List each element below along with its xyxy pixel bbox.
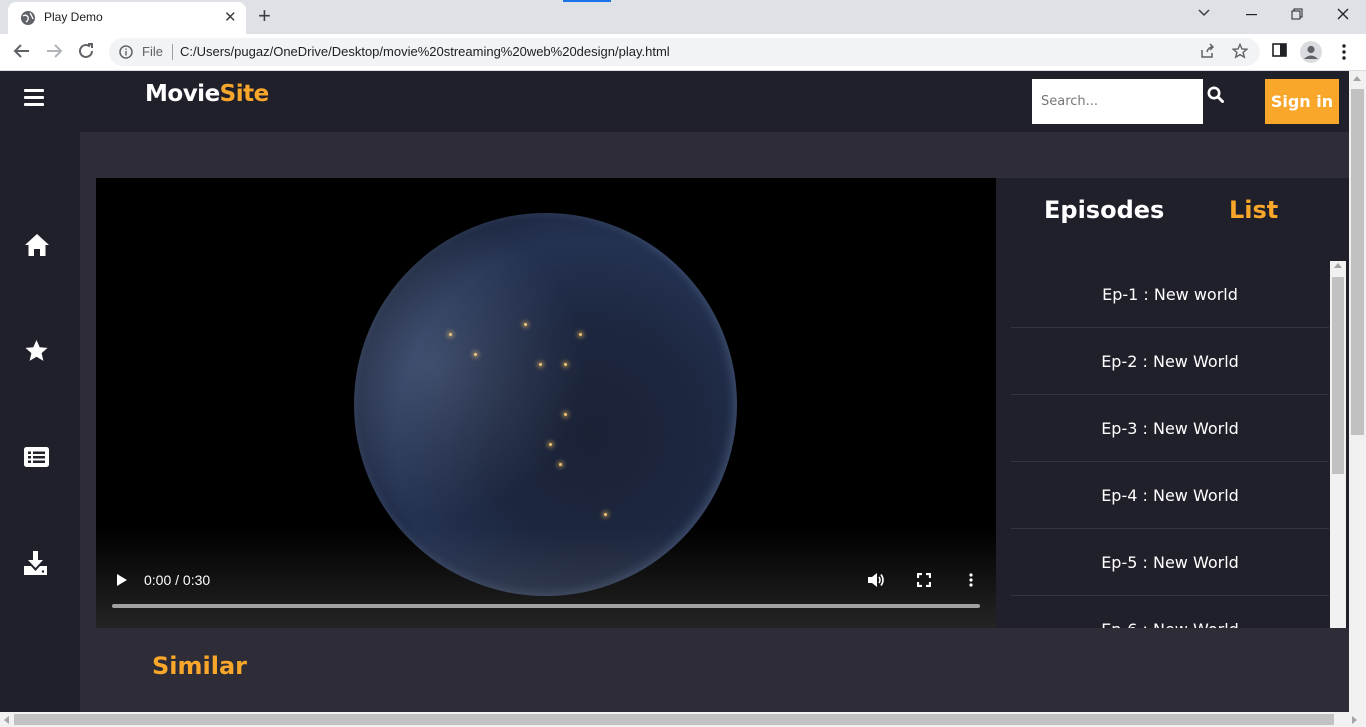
forward-icon[interactable] [45, 42, 63, 60]
logo-main: Movie [145, 81, 220, 107]
similar-heading: Similar [152, 652, 248, 680]
page-vertical-scrollbar[interactable] [1349, 71, 1366, 712]
hamburger-menu-icon[interactable] [24, 89, 44, 107]
scrollbar-thumb[interactable] [1332, 277, 1344, 474]
share-icon[interactable] [1199, 43, 1215, 59]
city-light [524, 323, 527, 326]
video-time: 0:00 / 0:30 [144, 572, 211, 588]
url-text[interactable]: C:/Users/pugaz/OneDrive/Desktop/movie%20… [180, 44, 670, 59]
scroll-left-arrow-icon[interactable] [4, 716, 9, 724]
download-icon[interactable] [24, 551, 47, 575]
globe-icon [21, 11, 35, 25]
episode-item[interactable]: Ep-1 : New world [1011, 261, 1329, 328]
file-label: File [142, 44, 163, 59]
new-tab-button[interactable]: + [258, 4, 271, 28]
browser-toolbar: File C:/Users/pugaz/OneDrive/Desktop/mov… [0, 34, 1366, 71]
volume-icon[interactable] [867, 572, 885, 588]
tab-title: Play Demo [44, 10, 103, 24]
sidebar [0, 71, 80, 712]
city-light [564, 413, 567, 416]
city-light [559, 463, 562, 466]
menu-icon[interactable] [1342, 44, 1346, 60]
scrollbar-thumb[interactable] [1351, 89, 1364, 435]
episodes-panel: Episodes List Ep-1 : New world Ep-2 : Ne… [996, 178, 1349, 628]
address-bar[interactable]: File C:/Users/pugaz/OneDrive/Desktop/mov… [109, 38, 1260, 66]
address-separator [172, 44, 173, 60]
city-light [449, 333, 452, 336]
city-light [579, 333, 582, 336]
video-controls-bar [96, 528, 996, 628]
scroll-up-arrow-icon[interactable] [1334, 263, 1342, 268]
logo-accent: Site [219, 81, 270, 107]
tab-strip-indicator [563, 0, 611, 2]
play-icon[interactable] [116, 573, 128, 587]
episode-list-scrollbar[interactable] [1330, 261, 1346, 628]
more-options-icon[interactable] [969, 573, 973, 587]
site-logo[interactable]: MovieSite [145, 81, 269, 107]
city-light [539, 363, 542, 366]
video-player[interactable]: 0:00 / 0:30 [96, 178, 996, 628]
scroll-up-arrow-icon[interactable] [1353, 76, 1361, 81]
video-progress-bar[interactable] [112, 604, 980, 608]
favorites-star-icon[interactable] [24, 339, 49, 363]
episode-item[interactable]: Ep-5 : New World [1011, 529, 1329, 596]
sidepanel-icon[interactable] [1272, 43, 1287, 57]
minimize-icon[interactable] [1246, 14, 1257, 16]
episodes-title: Episodes [1044, 196, 1165, 224]
episode-item[interactable]: Ep-6 : New World [1011, 596, 1329, 629]
city-light [604, 513, 607, 516]
episode-item[interactable]: Ep-3 : New World [1011, 395, 1329, 462]
city-light [549, 443, 552, 446]
scrollbar-thumb[interactable] [14, 714, 1334, 725]
city-light [564, 363, 567, 366]
star-icon[interactable] [1232, 43, 1248, 59]
back-icon[interactable] [13, 42, 31, 60]
browser-tab[interactable]: Play Demo ✕ [8, 2, 246, 34]
page-horizontal-scrollbar[interactable] [0, 712, 1366, 727]
home-icon[interactable] [24, 233, 50, 257]
search-input[interactable] [1032, 79, 1203, 124]
episode-item[interactable]: Ep-4 : New World [1011, 462, 1329, 529]
profile-icon[interactable] [1300, 41, 1322, 63]
episodes-title-accent: List [1229, 196, 1279, 224]
reload-icon[interactable] [77, 42, 95, 60]
restore-icon[interactable] [1291, 8, 1303, 20]
fullscreen-icon[interactable] [917, 573, 931, 587]
city-light [474, 353, 477, 356]
tab-close-icon[interactable]: ✕ [224, 10, 237, 26]
sign-in-button[interactable]: Sign in [1265, 79, 1339, 124]
page: MovieSite Sign in [0, 71, 1349, 712]
browser-tab-strip: Play Demo ✕ + [0, 0, 1366, 34]
search-icon[interactable] [1207, 86, 1224, 103]
info-icon[interactable] [119, 45, 133, 59]
episode-item[interactable]: Ep-2 : New World [1011, 328, 1329, 395]
scroll-right-arrow-icon[interactable] [1352, 716, 1357, 724]
list-icon[interactable] [24, 447, 49, 467]
episode-list: Ep-1 : New world Ep-2 : New World Ep-3 :… [1011, 261, 1329, 628]
tab-search-icon[interactable] [1198, 9, 1210, 17]
main-content: 0:00 / 0:30 Episodes List Ep-1 : New wor… [80, 132, 1349, 712]
close-window-icon[interactable] [1337, 8, 1349, 20]
header: MovieSite Sign in [80, 71, 1349, 132]
